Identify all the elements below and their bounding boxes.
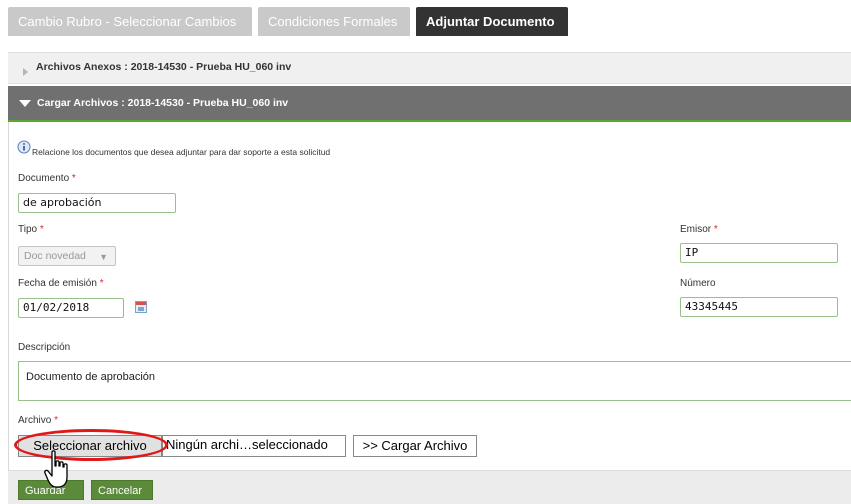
expand-arrow-icon <box>23 68 28 76</box>
section-title: Archivos Anexos : 2018-14530 - Prueba HU… <box>36 61 292 73</box>
calendar-icon[interactable] <box>135 301 147 313</box>
section-title: Cargar Archivos : 2018-14530 - Prueba HU… <box>37 97 289 109</box>
tab-condiciones-formales[interactable]: Condiciones Formales <box>258 7 410 36</box>
numero-label: Número <box>680 278 716 289</box>
documento-label: Documento * <box>18 173 76 184</box>
numero-input[interactable]: 43345445 <box>680 297 838 317</box>
chevron-down-icon: ▼ <box>99 252 108 262</box>
fecha-input[interactable]: 01/02/2018 <box>18 298 124 318</box>
fecha-label: Fecha de emisión * <box>18 278 104 289</box>
descripcion-label: Descripción <box>18 342 71 353</box>
section-cargar-archivos[interactable]: Cargar Archivos : 2018-14530 - Prueba HU… <box>8 86 851 120</box>
emisor-label: Emisor * <box>680 224 718 235</box>
hand-cursor-icon <box>44 450 68 488</box>
descripcion-textarea[interactable]: Documento de aprobación <box>18 361 851 401</box>
info-icon <box>17 140 31 154</box>
section-archivos-anexos[interactable]: Archivos Anexos : 2018-14530 - Prueba HU… <box>8 52 851 84</box>
highlight-ring <box>14 429 168 461</box>
file-status-text: Ningún archi…seleccionado <box>162 435 346 457</box>
tab-adjuntar-documento[interactable]: Adjuntar Documento <box>416 7 568 36</box>
emisor-input[interactable]: IP <box>680 243 838 263</box>
upload-file-button[interactable]: >> Cargar Archivo <box>353 435 477 457</box>
documento-input[interactable]: de aprobación <box>18 193 176 213</box>
collapse-arrow-icon <box>19 100 31 107</box>
tipo-select[interactable]: Doc novedad ▼ <box>18 246 116 266</box>
cancel-button[interactable]: Cancelar <box>91 480 153 500</box>
tipo-label: Tipo * <box>18 224 44 235</box>
tab-cambio-rubro[interactable]: Cambio Rubro - Seleccionar Cambios <box>8 7 252 36</box>
archivo-label: Archivo * <box>18 415 59 426</box>
info-text: Relacione los documentos que desea adjun… <box>32 147 331 157</box>
